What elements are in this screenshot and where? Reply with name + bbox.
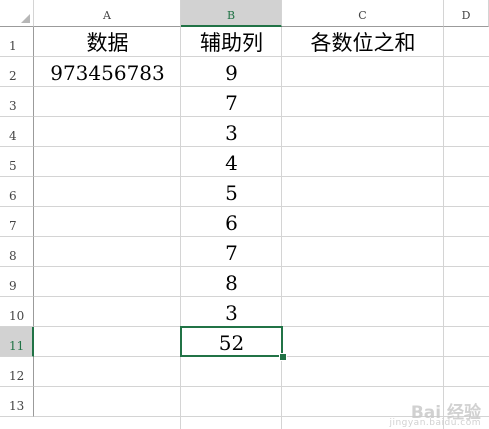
row-header-6[interactable]: 6: [0, 177, 34, 207]
column-header-row: A B C D: [0, 0, 489, 27]
column-header-d[interactable]: D: [444, 0, 489, 27]
row-header-8[interactable]: 8: [0, 237, 34, 267]
cell-c1[interactable]: 各数位之和: [282, 27, 444, 57]
cell-b7[interactable]: 6: [181, 207, 282, 237]
select-all-corner[interactable]: [0, 0, 34, 27]
cell-b4[interactable]: 3: [181, 117, 282, 147]
select-all-triangle-icon: [21, 14, 30, 23]
cell-b5[interactable]: 4: [181, 147, 282, 177]
column-header-b[interactable]: B: [181, 0, 282, 27]
spreadsheet-grid: A B C D 1 2 3 4 5 6 7 8 9 10 11 12 13 数据…: [0, 0, 489, 429]
cell-a1[interactable]: 数据: [34, 27, 181, 57]
row-header-2[interactable]: 2: [0, 57, 34, 87]
row-header-5[interactable]: 5: [0, 147, 34, 177]
row-header-3[interactable]: 3: [0, 87, 34, 117]
row-header-10[interactable]: 10: [0, 297, 34, 327]
column-header-c[interactable]: C: [282, 0, 444, 27]
cell-b2[interactable]: 9: [181, 57, 282, 87]
cell-a2[interactable]: 973456783: [34, 57, 181, 87]
gridline: [443, 27, 444, 429]
active-cell-selection[interactable]: [180, 326, 283, 357]
row-header-12[interactable]: 12: [0, 357, 34, 387]
row-header-4[interactable]: 4: [0, 117, 34, 147]
cell-b1[interactable]: 辅助列: [181, 27, 282, 57]
cell-b8[interactable]: 7: [181, 237, 282, 267]
row-header-13[interactable]: 13: [0, 387, 34, 417]
gridline: [34, 386, 489, 387]
cell-b10[interactable]: 3: [181, 297, 282, 327]
column-header-a[interactable]: A: [34, 0, 181, 27]
row-header-1[interactable]: 1: [0, 27, 34, 57]
row-header-11[interactable]: 11: [0, 327, 34, 357]
watermark-url: jingyan.baidu.com: [389, 418, 481, 428]
cell-b3[interactable]: 7: [181, 87, 282, 117]
row-header-7[interactable]: 7: [0, 207, 34, 237]
cell-b6[interactable]: 5: [181, 177, 282, 207]
row-header-9[interactable]: 9: [0, 267, 34, 297]
cell-b9[interactable]: 8: [181, 267, 282, 297]
fill-handle[interactable]: [279, 353, 287, 361]
watermark-logo: Bai 经验 jingyan.baidu.com: [389, 398, 481, 428]
